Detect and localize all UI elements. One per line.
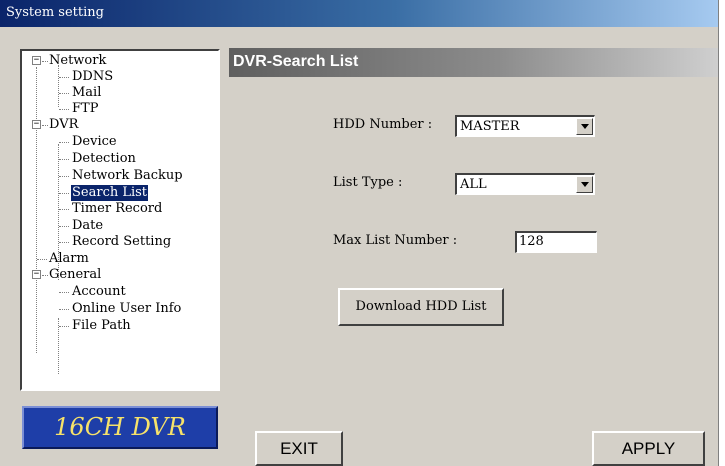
tree-label: DVR [49, 117, 79, 132]
max-list-number-field[interactable] [515, 231, 597, 253]
list-type-value: ALL [460, 177, 487, 192]
window-title: System setting [6, 5, 104, 20]
dropdown-arrow-icon[interactable] [576, 176, 593, 193]
tree-label: DDNS [72, 69, 114, 84]
download-hdd-list-label: Download HDD List [355, 299, 487, 314]
tree-label: File Path [72, 318, 131, 333]
logo-text: 16CH DVR [54, 413, 186, 441]
tree-label: Network [49, 53, 107, 68]
list-type-select[interactable]: ALL [455, 173, 595, 195]
dropdown-arrow-icon[interactable] [576, 118, 593, 135]
collapse-icon[interactable]: − [32, 56, 41, 65]
apply-label: APPLY [621, 439, 676, 458]
download-hdd-list-button[interactable]: Download HDD List [338, 288, 504, 326]
tree-label: General [49, 267, 102, 282]
hdd-number-label: HDD Number : [333, 117, 433, 132]
hdd-number-select[interactable]: MASTER [455, 115, 595, 137]
tree-label: Detection [72, 151, 136, 166]
system-setting-window: System setting − Network DDNS Mail FTP −… [0, 0, 719, 466]
tree-label: Online User Info [72, 301, 182, 316]
list-type-label: List Type : [333, 175, 403, 190]
panel-title: DVR-Search List [233, 53, 359, 70]
settings-tree[interactable]: − Network DDNS Mail FTP − DVR Device Det… [20, 49, 220, 391]
dvr-logo: 16CH DVR [22, 406, 218, 449]
tree-label: Device [72, 134, 117, 149]
exit-button[interactable]: EXIT [255, 431, 343, 466]
tree-label: Date [72, 218, 104, 233]
max-list-number-label: Max List Number : [333, 233, 458, 248]
tree-label: FTP [72, 101, 99, 116]
tree-label: Account [72, 284, 126, 299]
tree-label: Timer Record [72, 201, 163, 216]
max-list-number-input[interactable] [519, 234, 589, 249]
exit-label: EXIT [280, 439, 318, 458]
tree-label: Alarm [49, 251, 89, 266]
title-bar[interactable]: System setting [0, 0, 718, 27]
hdd-number-value: MASTER [460, 119, 520, 134]
tree-label: Network Backup [72, 168, 183, 183]
panel-header: DVR-Search List [229, 48, 718, 77]
tree-label: Record Setting [72, 234, 172, 249]
tree-label: Search List [69, 184, 150, 202]
apply-button[interactable]: APPLY [592, 431, 705, 466]
collapse-icon[interactable]: − [32, 270, 41, 279]
tree-label: Mail [72, 85, 102, 100]
collapse-icon[interactable]: − [32, 120, 41, 129]
